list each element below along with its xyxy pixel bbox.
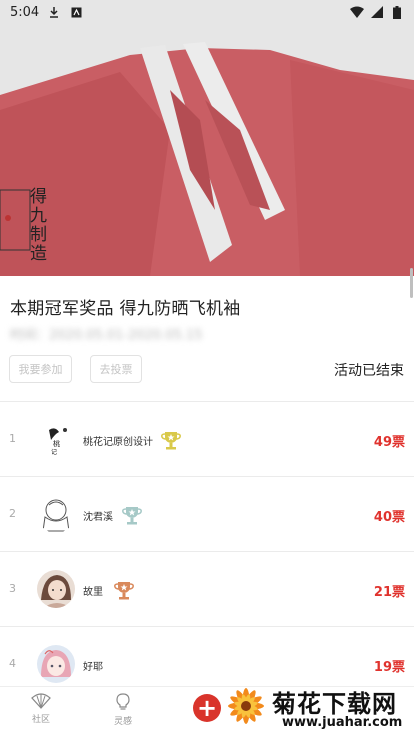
svg-text:记: 记 [51,449,57,456]
nav-inspiration[interactable]: 灵感 [103,693,143,727]
gold-trophy-icon [161,432,181,450]
svg-text:桃: 桃 [53,439,60,448]
avatar[interactable]: 桃 记 [37,420,75,458]
brand-seal: 得九制造 [30,187,47,264]
event-title: 本期冠军奖品 得九防晒飞机袖 [10,299,241,319]
rank-number: 3 [9,582,16,595]
add-button[interactable]: + [193,694,221,722]
watermark-title: 菊花下载网 [272,690,397,718]
fan-icon [31,693,51,709]
list-item[interactable]: 3 故里 21票 [0,551,414,626]
watermark-url: www.juahar.com [282,715,403,730]
status-time: 5:04 [10,4,40,20]
avatar[interactable] [37,495,75,533]
vote-button[interactable]: 去投票 [90,355,142,383]
join-button[interactable]: 我要参加 [9,355,72,383]
site-watermark: 菊花下载网 www.juahar.com [224,684,410,734]
ranking-list: 1 桃 记 桃花记原创设计 49票 2 沈君溪 40票 3 故里 21票 4 好… [0,401,414,701]
nav-community[interactable]: 社区 [21,693,61,725]
vote-count: 21票 [373,585,405,600]
event-subtitle: 时间：2020.05.01-2020.05.15 [10,328,203,343]
user-name: 桃花记原创设计 [83,437,153,448]
list-item[interactable]: 1 桃 记 桃花记原创设计 49票 [0,401,414,476]
rank-number: 4 [9,657,16,670]
signal-icon [370,5,384,19]
bronze-trophy-icon [114,582,134,600]
vote-count: 40票 [373,510,405,525]
nav-inspiration-label: 灵感 [113,717,132,727]
vote-count: 49票 [373,435,405,450]
flower-logo-icon [228,688,264,724]
event-info: 本期冠军奖品 得九防晒飞机袖 时间：2020.05.01-2020.05.15 … [0,276,414,400]
status-bar: 5:04 [0,0,414,24]
wifi-icon [350,5,364,19]
battery-icon [390,5,404,19]
silver-trophy-icon [122,507,142,525]
avatar[interactable] [37,645,75,683]
app-notification-icon [69,5,83,19]
nav-community-label: 社区 [31,715,50,725]
user-name: 故里 [83,587,103,598]
rank-number: 2 [9,507,16,520]
list-item[interactable]: 2 沈君溪 40票 [0,476,414,551]
vote-count: 19票 [373,660,405,675]
hero-image: 得九制造 [0,0,414,276]
download-icon [47,5,61,19]
lightbulb-icon [116,693,130,710]
avatar[interactable] [37,570,75,608]
event-status: 活动已结束 [334,363,404,379]
rank-number: 1 [9,432,16,445]
scrollbar[interactable] [410,268,413,298]
user-name: 沈君溪 [83,512,113,523]
user-name: 好耶 [83,662,103,673]
